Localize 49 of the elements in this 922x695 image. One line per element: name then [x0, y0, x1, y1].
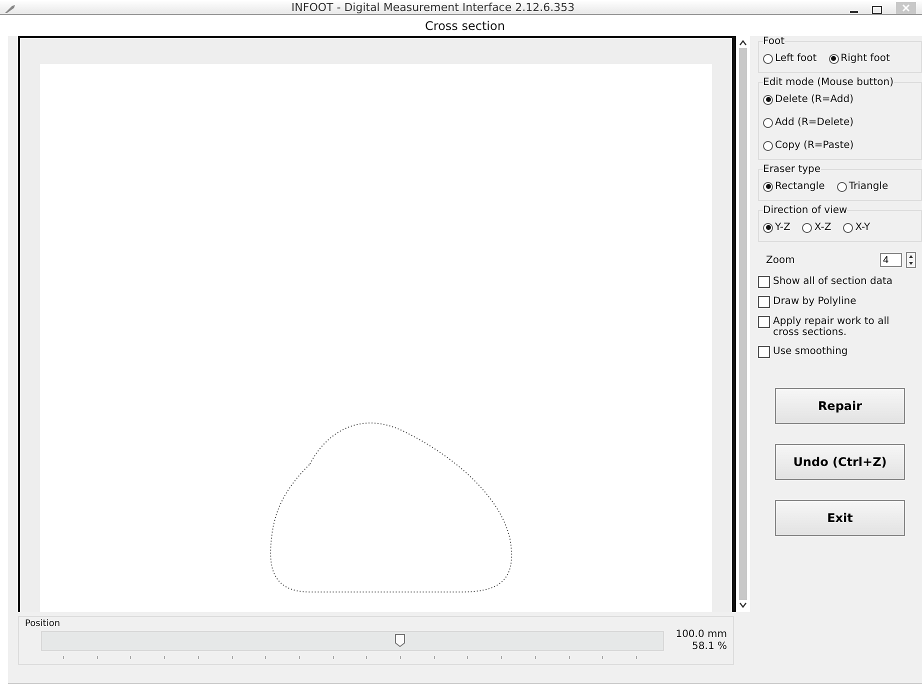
checkbox-option[interactable]: Draw by Polyline: [758, 296, 908, 308]
radio-button[interactable]: [763, 140, 773, 150]
spinner-icon[interactable]: [906, 252, 916, 268]
slider-thumb[interactable]: [395, 634, 406, 647]
radio-button[interactable]: [763, 54, 773, 64]
radio-option[interactable]: Y-Z: [763, 222, 790, 233]
radio-option[interactable]: Triangle: [836, 181, 888, 192]
group-label: Direction of view: [763, 205, 848, 216]
radio-option[interactable]: Rectangle: [763, 181, 825, 192]
position-reading: 100.0 mm: [676, 629, 727, 641]
radio-button[interactable]: [763, 182, 773, 192]
window-title: INFOOT - Digital Measurement Interface 2.12.6.353: [290, 1, 576, 14]
action-button[interactable]: Repair: [775, 388, 905, 424]
radio-option[interactable]: Right foot: [828, 53, 890, 64]
position-slider[interactable]: [41, 631, 664, 651]
radio-button[interactable]: [828, 54, 839, 64]
zoom-field[interactable]: 4: [880, 253, 902, 267]
checkbox-option[interactable]: Apply repair work to all cross sections.: [758, 316, 908, 338]
radio-option[interactable]: Add (R=Delete): [763, 117, 917, 128]
checkbox[interactable]: [758, 296, 770, 308]
action-button[interactable]: Exit: [775, 500, 905, 536]
radio-button[interactable]: [802, 222, 812, 232]
minimize-icon[interactable]: [850, 11, 858, 14]
action-button[interactable]: Undo (Ctrl+Z): [775, 444, 905, 480]
checkbox[interactable]: [758, 276, 770, 288]
radio-option[interactable]: X-Y: [843, 222, 870, 233]
checkbox[interactable]: [758, 316, 770, 328]
radio-option[interactable]: X-Z: [802, 222, 832, 233]
scrollbar[interactable]: [734, 36, 750, 612]
radio-button[interactable]: [836, 182, 847, 192]
app-icon: [4, 4, 16, 14]
radio-button[interactable]: [843, 222, 854, 232]
radio-button[interactable]: [763, 118, 773, 128]
checkbox[interactable]: [758, 346, 770, 358]
group-label: Eraser type: [763, 164, 821, 175]
radio-button[interactable]: [763, 222, 773, 232]
section-title: Cross section: [8, 15, 922, 36]
group-label: Foot: [763, 36, 785, 47]
checkbox-option[interactable]: Use smoothing: [758, 346, 908, 358]
checkbox-option[interactable]: Show all of section data: [758, 276, 908, 288]
radio-option[interactable]: Copy (R=Paste): [763, 140, 917, 151]
radio-option[interactable]: Delete (R=Add): [763, 94, 917, 105]
position-reading: 58.1 %: [691, 641, 727, 653]
radio-button[interactable]: [763, 94, 773, 104]
maximize-icon[interactable]: [872, 6, 882, 14]
group-label: Edit mode (Mouse button): [763, 77, 894, 88]
position-label: Position: [25, 619, 62, 629]
radio-option[interactable]: Left foot: [763, 53, 817, 64]
zoom-label: Zoom: [766, 254, 796, 266]
